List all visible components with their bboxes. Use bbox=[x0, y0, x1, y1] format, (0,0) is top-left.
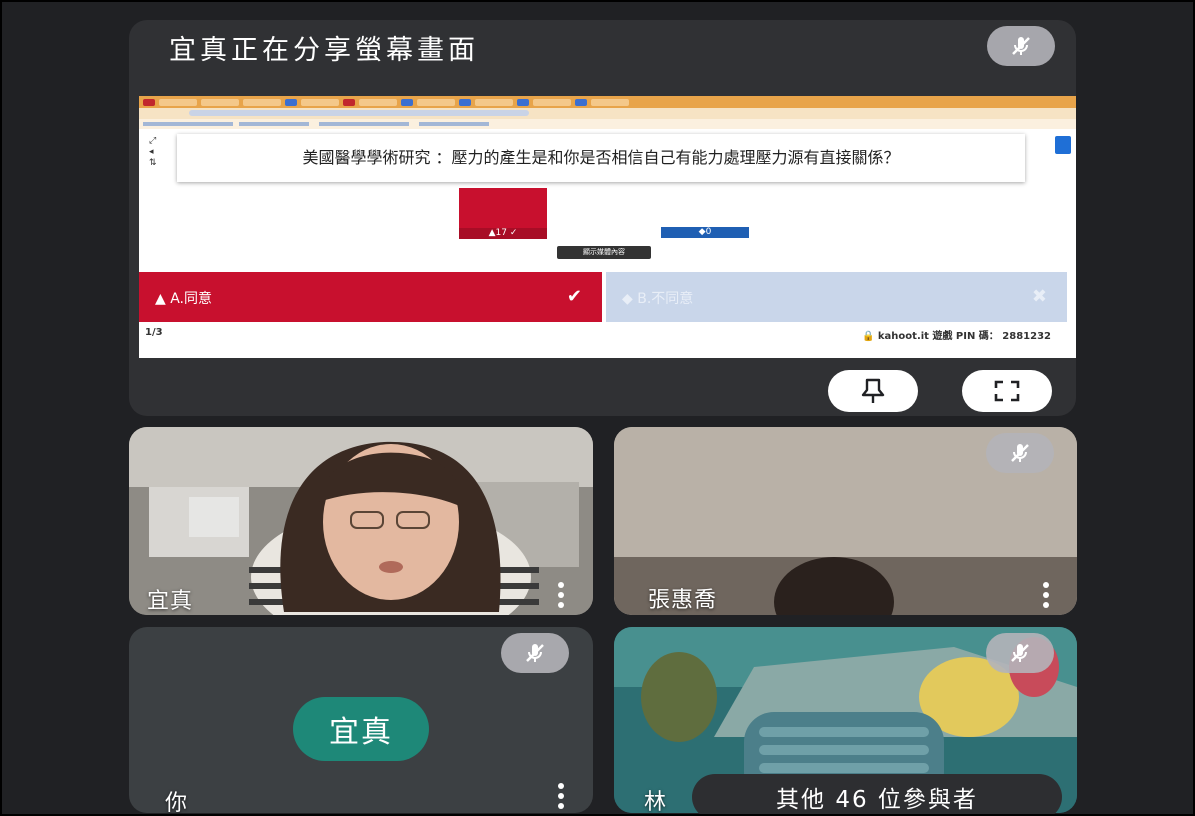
mic-muted-icon bbox=[987, 26, 1055, 66]
pin-button[interactable] bbox=[828, 370, 918, 412]
kahoot-question: 美國醫學學術研究 ：壓力的產生是和你是否相信自己有能力處理壓力源有直接關係？ bbox=[177, 134, 1025, 182]
mic-muted-icon bbox=[501, 633, 569, 673]
more-options-icon[interactable] bbox=[1042, 582, 1050, 608]
camera-video bbox=[129, 427, 593, 615]
kahoot-side-controls: ⤢ ◂ ⇅ bbox=[149, 136, 157, 168]
self-participant-tile[interactable]: 宜真 你 bbox=[129, 627, 593, 813]
correct-check-icon: ✔ bbox=[566, 286, 582, 307]
browser-tab-strip bbox=[139, 96, 1076, 108]
more-options-icon[interactable] bbox=[557, 783, 565, 809]
avatar: 宜真 bbox=[293, 697, 429, 761]
game-pin: 🔒 kahoot.it 遊戲 PIN 碼： 2881232 bbox=[861, 331, 1051, 342]
address-bar bbox=[139, 108, 1076, 119]
participant-tile[interactable]: 宜真 bbox=[129, 427, 593, 615]
page-counter: 1/3 bbox=[145, 327, 163, 338]
screen-share-title: 宜真正在分享螢幕畫面 bbox=[169, 35, 479, 66]
bookmarks-bar bbox=[139, 119, 1076, 129]
participant-name: 張惠喬 bbox=[648, 588, 718, 613]
mic-muted-icon bbox=[986, 433, 1054, 473]
answer-a-option: ▲ A.同意 ✔ bbox=[139, 272, 602, 322]
meet-window: 宜真正在分享螢幕畫面 ⤢ ◂ ⇅ 美國醫學學術研究 ：壓力的產生是和你是否相信自… bbox=[0, 0, 1195, 816]
expand-icon bbox=[1055, 136, 1071, 154]
answer-b-option: ◆ B.不同意 ✖ bbox=[606, 272, 1067, 322]
more-options-icon[interactable] bbox=[557, 582, 565, 608]
participant-name: 林 bbox=[644, 790, 668, 813]
participant-tile[interactable]: 張惠喬 bbox=[614, 427, 1077, 615]
mic-muted-icon bbox=[986, 633, 1054, 673]
shared-browser-content: ⤢ ◂ ⇅ 美國醫學學術研究 ：壓力的產生是和你是否相信自己有能力處理壓力源有直… bbox=[139, 96, 1076, 358]
answer-b-count: ◆0 bbox=[661, 227, 749, 238]
fullscreen-icon bbox=[994, 380, 1020, 402]
show-media-button: 顯示媒體內容 bbox=[557, 246, 651, 259]
participant-name: 宜真 bbox=[147, 589, 194, 614]
participant-name: 你 bbox=[165, 791, 189, 813]
incorrect-x-icon: ✖ bbox=[1031, 286, 1047, 307]
pin-icon bbox=[861, 378, 885, 403]
other-participants-button[interactable]: 其他 46 位參與者 bbox=[692, 774, 1062, 814]
answer-b-label: ◆ B.不同意 bbox=[622, 291, 694, 307]
screen-share-panel[interactable]: 宜真正在分享螢幕畫面 ⤢ ◂ ⇅ 美國醫學學術研究 ：壓力的產生是和你是否相信自… bbox=[129, 20, 1076, 416]
answer-a-label: ▲ A.同意 bbox=[155, 291, 212, 307]
kahoot-footer: 1/3 🔒 kahoot.it 遊戲 PIN 碼： 2881232 bbox=[139, 323, 1076, 342]
answer-a-count: ▲17 ✓ bbox=[459, 228, 547, 239]
fullscreen-button[interactable] bbox=[962, 370, 1052, 412]
